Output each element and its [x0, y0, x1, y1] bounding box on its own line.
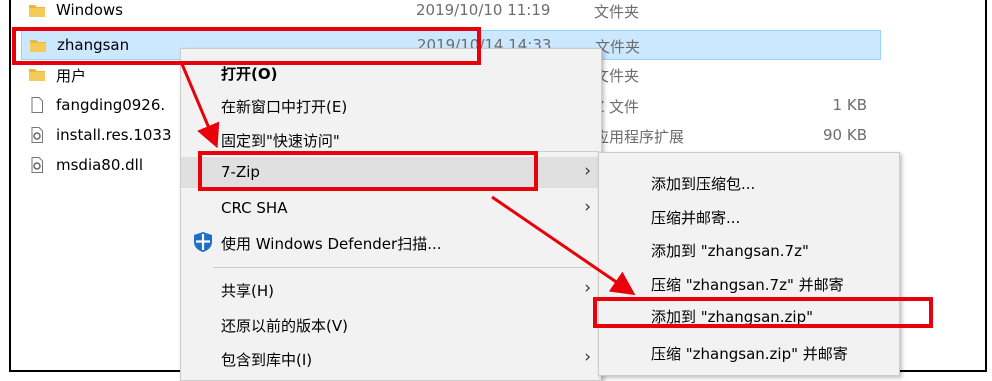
annotation-arrows: [180, 63, 636, 296]
arrow-to-add-to-zip: [491, 195, 636, 296]
arrow-to-7zip: [180, 63, 220, 149]
